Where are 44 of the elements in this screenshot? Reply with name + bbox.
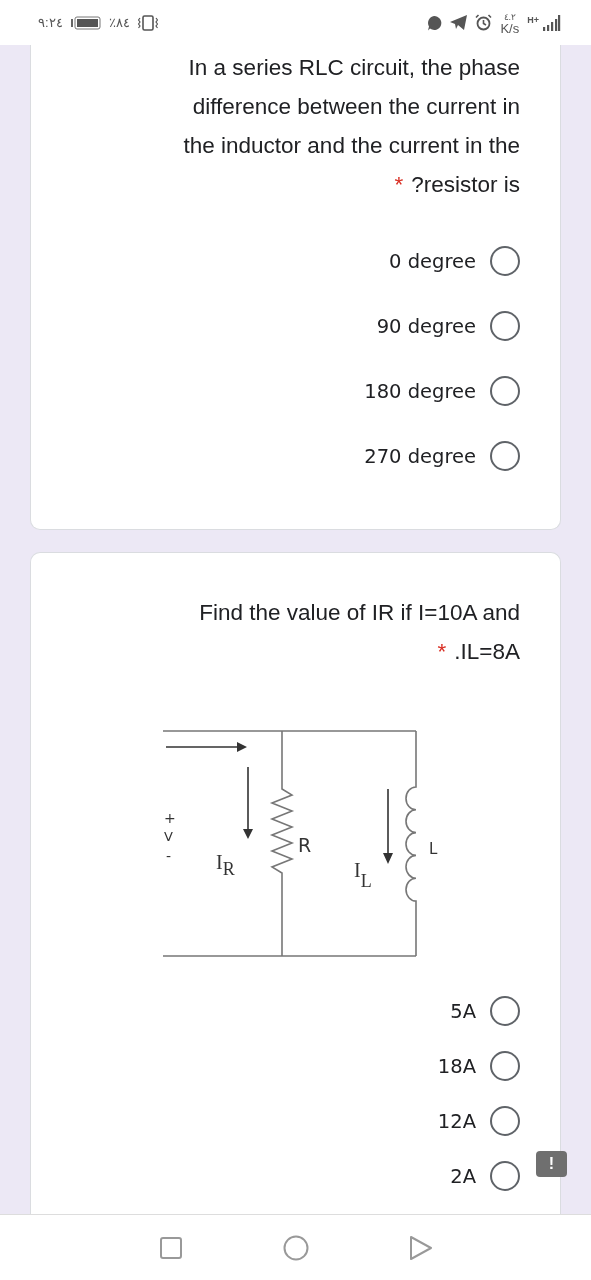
radio-button[interactable]	[490, 1051, 520, 1081]
data-speed-unit: K/s	[500, 22, 520, 34]
network-type: H+	[527, 14, 539, 25]
answer-option[interactable]: 90 degree	[71, 311, 520, 341]
clock-time: ٩:٢٤	[38, 15, 63, 30]
answer-option[interactable]: 5A	[71, 996, 520, 1026]
vibrate-icon	[137, 14, 158, 31]
question-text-line: ?resistor is	[411, 171, 520, 199]
plus-sign: +	[164, 810, 176, 826]
question-text-line: the inductor and the current in the	[183, 132, 520, 160]
answer-option[interactable]: 180 degree	[71, 376, 520, 406]
answer-option[interactable]: 2A	[71, 1161, 520, 1191]
circle-icon[interactable]	[282, 1234, 309, 1261]
battery-percent: ٪٨٤	[108, 15, 130, 30]
question-text-line: In a series RLC circuit, the phase	[188, 54, 520, 82]
feedback-button[interactable]: !	[536, 1151, 567, 1177]
square-icon[interactable]	[158, 1235, 183, 1260]
answer-option[interactable]: 0 degree	[71, 246, 520, 276]
paper-plane-icon	[450, 15, 468, 30]
alarm-clock-icon	[475, 14, 493, 31]
radio-button[interactable]	[490, 1161, 520, 1191]
radio-button[interactable]	[490, 1106, 520, 1136]
radio-button[interactable]	[490, 996, 520, 1026]
signal-bars-icon	[541, 14, 561, 31]
required-asterisk: *	[437, 638, 447, 666]
radio-button[interactable]	[490, 311, 520, 341]
radio-button[interactable]	[490, 246, 520, 276]
battery-icon	[70, 15, 101, 30]
answer-option[interactable]: 270 degree	[71, 441, 520, 471]
voltage-label: V	[164, 829, 173, 844]
inductor-label: L	[429, 840, 438, 858]
radio-button[interactable]	[490, 376, 520, 406]
required-asterisk: *	[394, 171, 404, 199]
question-text-line: Find the value of IR if I=10A and	[199, 599, 520, 627]
question-text-line: difference between the current in	[192, 93, 520, 121]
data-speed-value: ٤.٢	[503, 11, 517, 23]
answer-option[interactable]: 12A	[71, 1106, 520, 1136]
resistor-label: R	[298, 834, 312, 856]
answer-option[interactable]: 18A	[71, 1051, 520, 1081]
question-text-line: .IL=8A	[454, 638, 520, 666]
triangle-icon[interactable]	[408, 1234, 433, 1261]
minus-sign: -	[166, 848, 172, 864]
radio-button[interactable]	[490, 441, 520, 471]
chat-bubble-icon	[426, 14, 443, 31]
